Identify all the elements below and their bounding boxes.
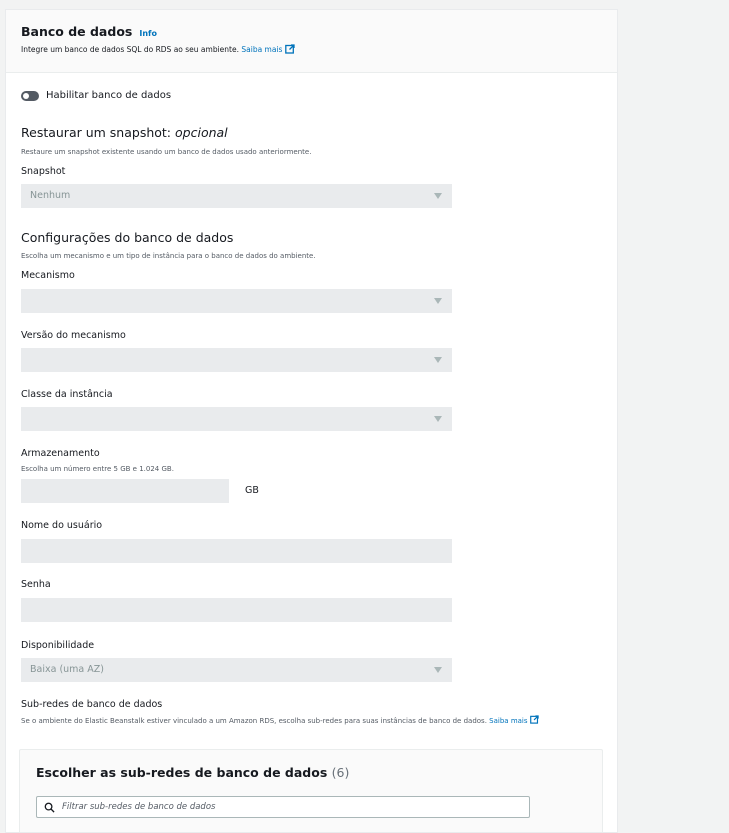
subnets-table-title-text: Escolher as sub-redes de banco de dados (36, 765, 328, 780)
panel-header: Banco de dados Info Integre um banco de … (6, 10, 617, 73)
snapshot-description: Restaure um snapshot existente usando um… (21, 148, 312, 156)
subnets-learn-more-link[interactable]: Saiba (489, 717, 508, 725)
availability-select[interactable]: Baixa (uma AZ) (21, 658, 452, 682)
external-link-icon[interactable] (285, 44, 296, 54)
username-label: Nome do usuário (21, 520, 103, 531)
snapshot-title-text: Restaurar um snapshot: (21, 125, 172, 140)
subnets-label: Sub-redes de banco de dados (21, 699, 163, 710)
caret-down-icon (434, 193, 442, 199)
panel-description-row: Integre um banco de dados SQL do RDS ao … (21, 44, 296, 54)
subnets-filter-input[interactable]: Filtrar sub-redes de banco de dados (36, 796, 530, 818)
subnets-count: (6) (331, 765, 350, 780)
instance-class-label: Classe da instância (21, 389, 113, 400)
password-input[interactable] (21, 598, 452, 622)
caret-down-icon (434, 667, 442, 673)
engine-select[interactable] (21, 289, 452, 313)
engine-version-label: Versão do mecanismo (21, 330, 126, 341)
instance-class-select[interactable] (21, 407, 452, 431)
storage-label: Armazenamento (21, 448, 100, 459)
caret-down-icon (434, 357, 442, 363)
external-link-icon[interactable] (529, 715, 539, 724)
storage-hint: Escolha um número entre 5 GB e 1.024 GB. (21, 465, 174, 473)
caret-down-icon (434, 298, 442, 304)
snapshot-label: Snapshot (21, 166, 66, 177)
engine-label: Mecanismo (21, 270, 75, 281)
search-icon (44, 802, 55, 813)
panel-description: Integre um banco de dados SQL do RDS ao … (21, 44, 239, 54)
username-input[interactable] (21, 539, 452, 563)
subnets-description: Se o ambiente do Elastic Beanstalk estiv… (21, 715, 606, 726)
learn-more-link[interactable]: Saiba mais (241, 45, 282, 54)
storage-unit: GB (245, 485, 259, 496)
panel-title: Banco de dados (21, 24, 133, 39)
snapshot-select-value: Nenhum (30, 190, 71, 201)
snapshot-section-title: Restaurar um snapshot: opcional (21, 125, 228, 140)
availability-select-value: Baixa (uma AZ) (30, 664, 104, 675)
config-description: Escolha um mecanismo e um tipo de instân… (21, 252, 316, 260)
storage-input[interactable] (21, 479, 229, 503)
snapshot-select[interactable]: Nenhum (21, 184, 452, 208)
toggle-label: Habilitar banco de dados (46, 90, 172, 101)
info-link[interactable]: Info (139, 29, 157, 38)
availability-label: Disponibilidade (21, 640, 95, 651)
database-panel: Banco de dados Info Integre um banco de … (5, 9, 618, 833)
enable-database-toggle[interactable] (21, 90, 39, 101)
subnets-table-container: Escolher as sub-redes de banco de dados … (19, 749, 603, 832)
subnets-learn-more-link-2[interactable]: mais (511, 717, 528, 725)
engine-version-select[interactable] (21, 348, 452, 372)
caret-down-icon (434, 416, 442, 422)
subnets-description-text: Se o ambiente do Elastic Beanstalk estiv… (21, 717, 487, 725)
enable-database-toggle-row[interactable]: Habilitar banco de dados (21, 90, 171, 101)
optional-text: opcional (175, 125, 228, 140)
config-section-title: Configurações do banco de dados (21, 230, 234, 245)
subnets-table-title: Escolher as sub-redes de banco de dados … (36, 765, 349, 780)
filter-placeholder: Filtrar sub-redes de banco de dados (62, 802, 216, 812)
password-label: Senha (21, 579, 51, 590)
